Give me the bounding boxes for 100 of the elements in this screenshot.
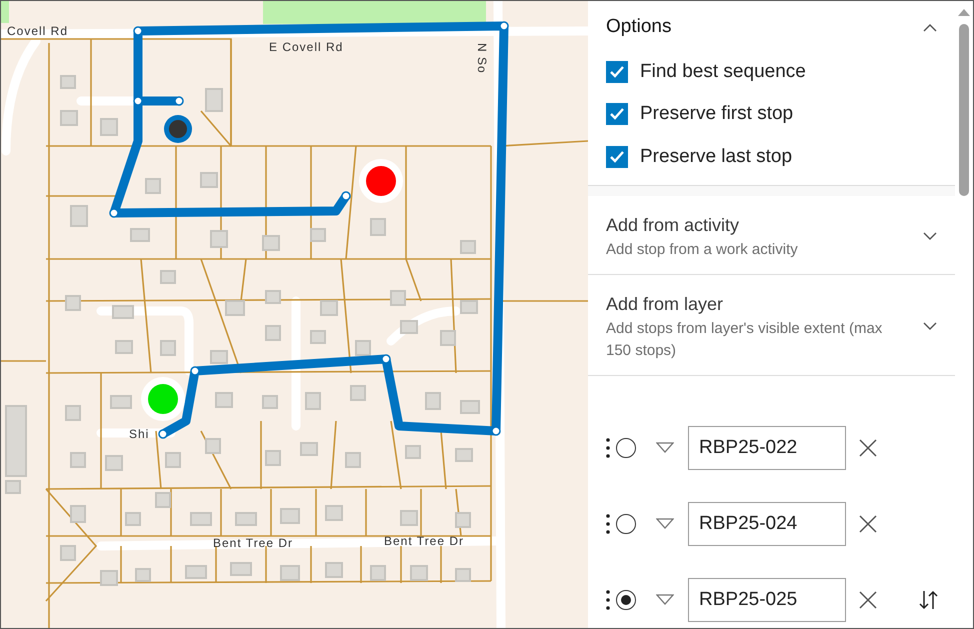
building xyxy=(355,340,371,356)
dropdown-triangle-icon[interactable] xyxy=(656,442,674,453)
building xyxy=(5,480,21,494)
building xyxy=(262,395,278,409)
building xyxy=(280,565,300,581)
end-marker xyxy=(359,159,403,203)
collapse-button[interactable] xyxy=(923,22,937,32)
checkbox[interactable] xyxy=(606,103,628,126)
checkbox-label: Find best sequence xyxy=(640,60,806,84)
building xyxy=(345,452,361,468)
building xyxy=(200,172,218,188)
building xyxy=(135,568,151,582)
building xyxy=(305,392,321,410)
street-label: Bent Tree Dr xyxy=(213,536,294,550)
waypoint-marker xyxy=(158,429,168,439)
waypoint-marker xyxy=(499,21,509,31)
radio-button[interactable] xyxy=(616,590,636,610)
building xyxy=(185,565,207,579)
building xyxy=(70,205,88,227)
building xyxy=(265,325,281,341)
building xyxy=(265,450,281,466)
waypoint-marker xyxy=(133,26,143,36)
building xyxy=(262,235,280,251)
waypoint-marker xyxy=(381,354,391,364)
street-label: Covell Rd xyxy=(7,24,68,38)
street-label: N So xyxy=(475,43,489,74)
building xyxy=(300,442,318,456)
waypoint-marker xyxy=(133,96,143,106)
close-icon[interactable] xyxy=(858,514,878,534)
building xyxy=(370,565,386,581)
location-marker xyxy=(164,115,192,143)
expand-button[interactable] xyxy=(923,322,937,331)
expand-button[interactable] xyxy=(923,232,937,242)
building xyxy=(405,445,421,459)
building xyxy=(160,270,176,284)
section-title: Options xyxy=(606,15,672,39)
close-icon[interactable] xyxy=(858,438,878,458)
building xyxy=(70,505,86,523)
building xyxy=(455,448,473,462)
building xyxy=(60,75,76,89)
building xyxy=(105,455,123,471)
building xyxy=(225,300,245,316)
building xyxy=(65,405,81,421)
dropdown-triangle-icon[interactable] xyxy=(656,518,674,529)
street-label: Bent Tree Dr xyxy=(384,534,464,548)
building xyxy=(400,510,418,526)
building xyxy=(70,452,86,468)
radio-button[interactable] xyxy=(616,514,636,534)
start-marker xyxy=(141,377,185,421)
building xyxy=(165,452,181,468)
checkbox-label: Preserve first stop xyxy=(640,102,794,126)
building xyxy=(155,492,171,508)
building xyxy=(210,230,228,248)
building xyxy=(310,228,326,242)
drag-handle-icon[interactable] xyxy=(606,514,610,534)
stop-input-field[interactable]: RBP25-024 xyxy=(688,502,846,546)
dropdown-triangle-icon[interactable] xyxy=(656,594,674,605)
building xyxy=(100,570,118,586)
building xyxy=(325,562,343,578)
checkbox-label: Preserve last stop xyxy=(640,144,792,168)
building xyxy=(130,228,150,242)
building xyxy=(460,300,478,314)
building xyxy=(60,110,78,126)
building xyxy=(280,508,300,524)
swap-icon[interactable] xyxy=(918,588,940,610)
street-label: Shi xyxy=(129,427,150,441)
stop-input-field[interactable]: RBP25-025 xyxy=(688,578,846,622)
building xyxy=(5,405,27,477)
building xyxy=(160,340,176,356)
drag-handle-icon[interactable] xyxy=(606,590,610,610)
building xyxy=(320,300,338,316)
stop-input-field[interactable]: RBP25-022 xyxy=(688,426,846,470)
close-icon[interactable] xyxy=(858,590,878,610)
building xyxy=(205,438,221,454)
street-label: E Covell Rd xyxy=(269,40,344,54)
building xyxy=(425,392,441,410)
building xyxy=(125,512,141,526)
waypoint-marker xyxy=(174,96,184,106)
building xyxy=(230,562,252,576)
building xyxy=(215,392,233,408)
checkbox[interactable] xyxy=(606,146,628,168)
radio-button[interactable] xyxy=(616,438,636,458)
park-area xyxy=(1,1,9,23)
waypoint-marker xyxy=(190,366,200,376)
building xyxy=(60,545,76,561)
section-title: Add from activity xyxy=(606,214,740,237)
waypoint-marker xyxy=(341,191,351,201)
waypoint-marker xyxy=(491,426,501,436)
checkmark-icon xyxy=(609,150,625,164)
building xyxy=(65,295,81,311)
building xyxy=(145,178,161,194)
checkbox[interactable] xyxy=(606,60,628,83)
waypoint-marker xyxy=(109,208,119,218)
building xyxy=(325,505,343,521)
checkmark-icon xyxy=(609,64,625,79)
section-subtitle: Add stop from a work activity xyxy=(606,240,799,260)
building xyxy=(100,118,118,136)
section-subtitle: Add stops from layer's visible extent (max 150 stops) xyxy=(606,318,884,361)
drag-handle-icon[interactable] xyxy=(606,438,610,458)
building xyxy=(440,330,456,346)
